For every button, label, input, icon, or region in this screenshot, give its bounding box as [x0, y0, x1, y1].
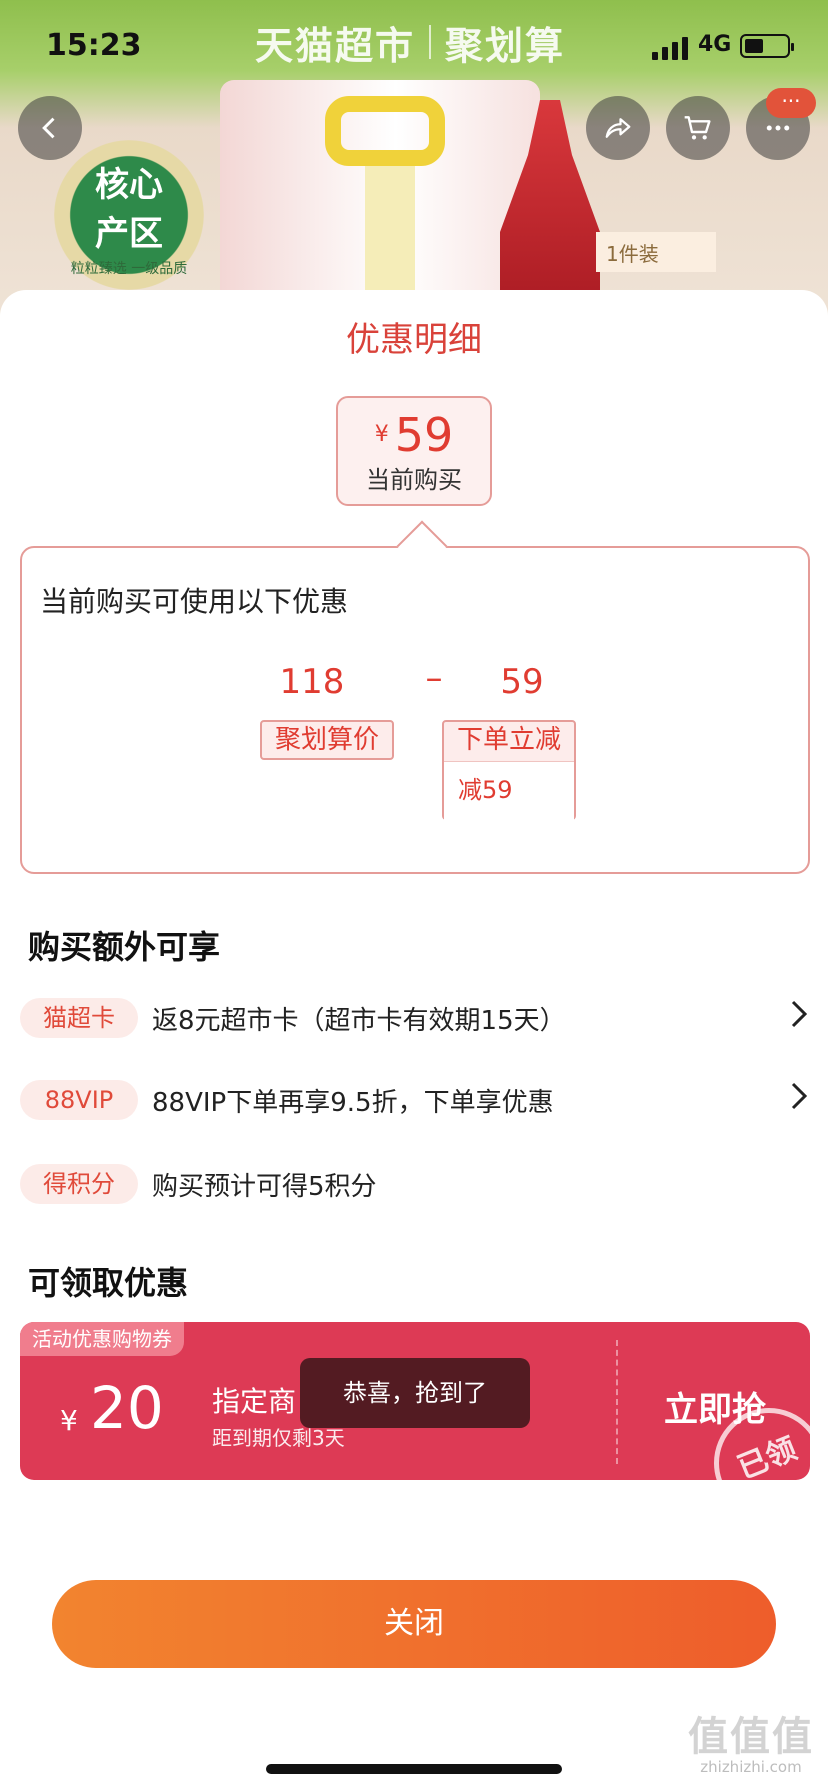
bag-handle — [325, 96, 445, 166]
seal-line1: 核心 — [95, 165, 163, 205]
coupon-ribbon: 活动优惠购物券 — [20, 1322, 184, 1356]
site-watermark: 值值值 zhizhizhi.com — [676, 1704, 826, 1776]
chevron-right-icon — [780, 1081, 810, 1119]
pack-tag: 1件装 — [596, 232, 716, 272]
discount-calculation-box: 当前购买可使用以下优惠 118 – 59 聚划算价 下单立减 减59 — [20, 520, 810, 874]
bag-label-strip — [365, 166, 415, 306]
status-time: 15:23 — [46, 28, 142, 63]
share-icon — [605, 118, 631, 138]
network-type: 4G — [698, 32, 732, 57]
close-button[interactable]: 关闭 — [52, 1580, 776, 1668]
chevron-left-icon — [42, 117, 55, 139]
coupon-name: 指定商 — [212, 1385, 297, 1418]
perk-text: 88VIP下单再享9.5折，下单享优惠 — [152, 1087, 554, 1118]
callout-arrow — [396, 520, 448, 572]
seal-line2: 产区 — [95, 214, 163, 254]
success-toast: 恭喜，抢到了 — [300, 1358, 530, 1428]
status-bar: 15:23 4G — [0, 28, 828, 72]
currency-symbol: ¥ — [374, 422, 389, 447]
original-price: 118 — [279, 662, 345, 702]
product-banner: 1件装 核心 产区 粒粒臻选 一级品质 天猫超市 聚划算 15:23 4G ··… — [0, 0, 828, 320]
perk-tag: 得积分 — [20, 1164, 138, 1204]
calculation-heading: 当前购买可使用以下优惠 — [40, 585, 349, 618]
coupon-currency: ¥ — [60, 1404, 78, 1437]
more-badge: ··· — [766, 88, 816, 118]
perk-row-supermarket-card[interactable]: 猫超卡 返8元超市卡（超市卡有效期15天） — [20, 996, 810, 1040]
perk-tag: 88VIP — [20, 1080, 138, 1120]
discount-tag-sub: 减59 — [444, 762, 574, 820]
perk-row-points: 得积分 购买预计可得5积分 — [20, 1162, 810, 1206]
perk-text: 购买预计可得5积分 — [152, 1171, 377, 1202]
back-button[interactable] — [18, 96, 82, 160]
home-indicator[interactable] — [266, 1764, 562, 1774]
perk-text: 返8元超市卡（超市卡有效期15天） — [152, 1005, 566, 1036]
sheet-title: 优惠明细 — [346, 320, 482, 360]
watermark-logo: 值值值 — [688, 1714, 814, 1760]
origin-seal: 核心 产区 粒粒臻选 一级品质 — [54, 140, 204, 290]
current-price: ¥59 — [338, 408, 490, 462]
coupon-section-heading: 可领取优惠 — [28, 1264, 189, 1302]
battery-icon — [740, 34, 794, 58]
original-price-tag: 聚划算价 — [260, 720, 394, 760]
chevron-right-icon — [780, 999, 810, 1037]
cart-icon — [684, 116, 711, 140]
coupon-value: 20 — [90, 1374, 164, 1442]
discount-detail-sheet: 优惠明细 ¥59 当前购买 当前购买可使用以下优惠 118 – 59 聚划算价 … — [0, 290, 828, 1792]
discount-amount: 59 — [500, 662, 544, 702]
discount-tag: 下单立减 减59 — [442, 720, 576, 820]
perk-tag: 猫超卡 — [20, 998, 138, 1038]
minus-operator: – — [425, 658, 443, 698]
extra-benefits-heading: 购买额外可享 — [28, 928, 221, 966]
current-price-label: 当前购买 — [366, 466, 462, 494]
seal-line3: 粒粒臻选 一级品质 — [70, 261, 188, 277]
coupon-divider — [616, 1340, 618, 1464]
signal-icon — [652, 36, 688, 60]
discount-tag-label: 下单立减 — [444, 722, 574, 762]
current-price-value: 59 — [394, 408, 454, 462]
current-price-card: ¥59 当前购买 — [336, 396, 492, 506]
perk-row-88vip[interactable]: 88VIP 88VIP下单再享9.5折，下单享优惠 — [20, 1078, 810, 1122]
cart-button[interactable] — [666, 96, 730, 160]
share-button[interactable] — [586, 96, 650, 160]
